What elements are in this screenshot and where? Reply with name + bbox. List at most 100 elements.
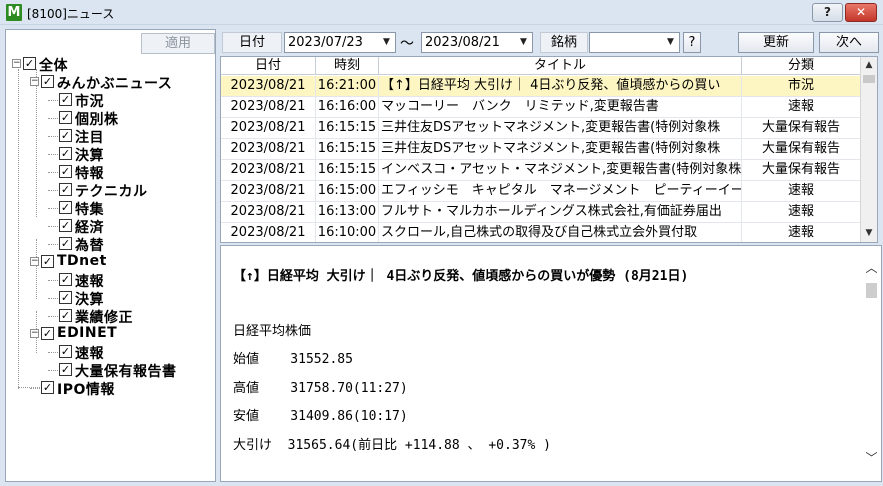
chevron-down-icon[interactable]: ▼ bbox=[663, 34, 678, 51]
scroll-up-icon[interactable]: ▲ bbox=[861, 57, 877, 74]
article-line: 始値 31552.85 bbox=[233, 352, 353, 367]
tree-node[interactable]: ✓ 決算 bbox=[6, 145, 211, 164]
column-header-time[interactable]: 時刻 bbox=[316, 57, 379, 75]
cell-category: 速報 bbox=[742, 202, 861, 223]
tree-node[interactable]: ✓ 大量保有報告書 bbox=[6, 361, 211, 380]
tree-node[interactable]: ✓ 注目 bbox=[6, 127, 211, 146]
checkbox[interactable]: ✓ bbox=[59, 147, 72, 160]
scroll-down-icon[interactable]: ﹀ bbox=[862, 450, 881, 467]
cell-category: 速報 bbox=[742, 223, 861, 242]
tree-node[interactable]: ✓ 経済 bbox=[6, 217, 211, 236]
tree-node-label: 特集 bbox=[75, 202, 104, 218]
cell-time: 16:10:00 bbox=[316, 223, 379, 242]
cell-category: 市況 bbox=[742, 76, 861, 97]
cell-date: 2023/08/21 bbox=[221, 181, 316, 202]
tree-node[interactable]: ✓ 業績修正 bbox=[6, 307, 211, 326]
cell-date: 2023/08/21 bbox=[221, 76, 316, 97]
article-scrollbar[interactable]: ︿ ﹀ bbox=[862, 246, 881, 481]
tree-node[interactable]: ✓ 決算 bbox=[6, 289, 211, 308]
table-row[interactable]: 2023/08/21 16:15:00 エフィッシモ キャピタル マネージメント ピ… bbox=[221, 181, 861, 202]
checkbox[interactable]: ✓ bbox=[59, 93, 72, 106]
scroll-up-icon[interactable]: ︿ bbox=[862, 260, 881, 277]
next-button[interactable]: 次へ bbox=[819, 32, 879, 53]
checkbox[interactable]: ✓ bbox=[59, 219, 72, 232]
table-row[interactable]: 2023/08/21 16:10:00 スクロール,自己株式の取得及び自己株式立会外… bbox=[221, 223, 861, 242]
cell-date: 2023/08/21 bbox=[221, 223, 316, 242]
column-header-title[interactable]: タイトル bbox=[379, 57, 742, 75]
scroll-thumb[interactable] bbox=[866, 283, 877, 298]
cell-category: 速報 bbox=[742, 181, 861, 202]
checkbox[interactable]: ✓ bbox=[41, 381, 54, 394]
tree-node[interactable]: ✓ 速報 bbox=[6, 271, 211, 290]
checkbox[interactable]: ✓ bbox=[59, 201, 72, 214]
filter-toolbar: 日付 2023/07/23 ▼ 〜 2023/08/21 ▼ 銘柄 ▼ ? 更新… bbox=[220, 29, 883, 56]
checkbox[interactable]: ✓ bbox=[41, 327, 54, 340]
table-header: 日付 時刻 タイトル 分類 bbox=[221, 57, 861, 75]
checkbox[interactable]: ✓ bbox=[59, 363, 72, 376]
scroll-thumb[interactable] bbox=[863, 75, 875, 83]
article-headline: 【↑】日経平均 大引け｜ 4日ぶり反発、値頃感からの買いが優勢 (8月21日) bbox=[233, 269, 689, 284]
tree-node[interactable]: ✓ 特報 bbox=[6, 163, 211, 182]
checkbox[interactable]: ✓ bbox=[59, 183, 72, 196]
tree-node-label: 決算 bbox=[75, 292, 104, 308]
column-header-category[interactable]: 分類 bbox=[742, 57, 861, 75]
tree-node[interactable]: ✓ テクニカル bbox=[6, 181, 211, 200]
stock-label: 銘柄 bbox=[540, 32, 588, 53]
cell-time: 16:15:15 bbox=[316, 160, 379, 181]
table-row[interactable]: 2023/08/21 16:13:00 フルサト・マルカホールディングス株式会社,有… bbox=[221, 202, 861, 223]
collapse-icon[interactable]: − bbox=[30, 257, 39, 266]
tree-node[interactable]: ✓ 特集 bbox=[6, 199, 211, 218]
date-to-picker[interactable]: 2023/08/21 ▼ bbox=[421, 32, 533, 53]
cell-title: スクロール,自己株式の取得及び自己株式立会外買付取 bbox=[379, 223, 742, 242]
checkbox[interactable]: ✓ bbox=[59, 345, 72, 358]
help-button[interactable]: ? bbox=[812, 3, 843, 22]
cell-title: 【↑】日経平均 大引け｜ 4日ぶり反発、値頃感からの買い bbox=[379, 76, 742, 97]
table-scrollbar[interactable]: ▲ ▼ bbox=[860, 57, 877, 242]
collapse-icon[interactable]: − bbox=[30, 77, 39, 86]
cell-title: インベスコ・アセット・マネジメント,変更報告書(特例対象株 bbox=[379, 160, 742, 181]
tree-node[interactable]: ✓ 為替 bbox=[6, 235, 211, 254]
checkbox[interactable]: ✓ bbox=[59, 273, 72, 286]
article-section-title: 日経平均株価 bbox=[233, 324, 312, 339]
chevron-down-icon[interactable]: ▼ bbox=[379, 34, 394, 51]
tree-node[interactable]: ✓ 市況 bbox=[6, 91, 211, 110]
cell-category: 大量保有報告 bbox=[742, 118, 861, 139]
refresh-button[interactable]: 更新 bbox=[738, 32, 814, 53]
collapse-icon[interactable]: − bbox=[30, 329, 39, 338]
checkbox[interactable]: ✓ bbox=[59, 309, 72, 322]
tree-node[interactable]: ✓ IPO情報 bbox=[6, 379, 211, 398]
checkbox[interactable]: ✓ bbox=[41, 75, 54, 88]
tree-node[interactable]: − ✓ みんかぶニュース bbox=[6, 73, 211, 92]
stock-help-button[interactable]: ? bbox=[683, 32, 701, 53]
table-row[interactable]: 2023/08/21 16:21:00 【↑】日経平均 大引け｜ 4日ぶり反発、値頃… bbox=[221, 76, 861, 97]
checkbox[interactable]: ✓ bbox=[59, 111, 72, 124]
checkbox[interactable]: ✓ bbox=[41, 255, 54, 268]
close-button[interactable]: ✕ bbox=[845, 3, 877, 22]
cell-title: エフィッシモ キャピタル マネージメント ピーティーイー bbox=[379, 181, 742, 202]
checkbox[interactable]: ✓ bbox=[59, 129, 72, 142]
cell-time: 16:15:15 bbox=[316, 118, 379, 139]
tree-node-label: テクニカル bbox=[75, 184, 148, 200]
table-row[interactable]: 2023/08/21 16:16:00 マッコーリー バンク リミテッド,変更報告書… bbox=[221, 97, 861, 118]
tree-node[interactable]: ✓ 個別株 bbox=[6, 109, 211, 128]
column-header-date[interactable]: 日付 bbox=[221, 57, 316, 75]
checkbox[interactable]: ✓ bbox=[59, 237, 72, 250]
date-from-picker[interactable]: 2023/07/23 ▼ bbox=[284, 32, 396, 53]
tree-node[interactable]: − ✓ EDINET bbox=[6, 325, 211, 343]
stock-select[interactable]: ▼ bbox=[589, 32, 680, 53]
tree-node[interactable]: ✓ 速報 bbox=[6, 343, 211, 362]
checkbox[interactable]: ✓ bbox=[59, 291, 72, 304]
scroll-down-icon[interactable]: ▼ bbox=[861, 225, 877, 242]
collapse-icon[interactable]: − bbox=[12, 59, 21, 68]
tree-node[interactable]: − ✓ TDnet bbox=[6, 253, 211, 271]
tree-node-label: EDINET bbox=[57, 325, 118, 341]
cell-time: 16:15:00 bbox=[316, 181, 379, 202]
table-row[interactable]: 2023/08/21 16:15:15 インベスコ・アセット・マネジメント,変更報告… bbox=[221, 160, 861, 181]
tree-node[interactable]: − ✓ 全体 bbox=[6, 55, 211, 74]
checkbox[interactable]: ✓ bbox=[59, 165, 72, 178]
chevron-down-icon[interactable]: ▼ bbox=[516, 34, 531, 51]
apply-button[interactable]: 適用 bbox=[141, 33, 215, 54]
checkbox[interactable]: ✓ bbox=[23, 57, 36, 70]
table-row[interactable]: 2023/08/21 16:15:15 三井住友DSアセットマネジメント,変更報告書… bbox=[221, 118, 861, 139]
table-row[interactable]: 2023/08/21 16:15:15 三井住友DSアセットマネジメント,変更報告書… bbox=[221, 139, 861, 160]
